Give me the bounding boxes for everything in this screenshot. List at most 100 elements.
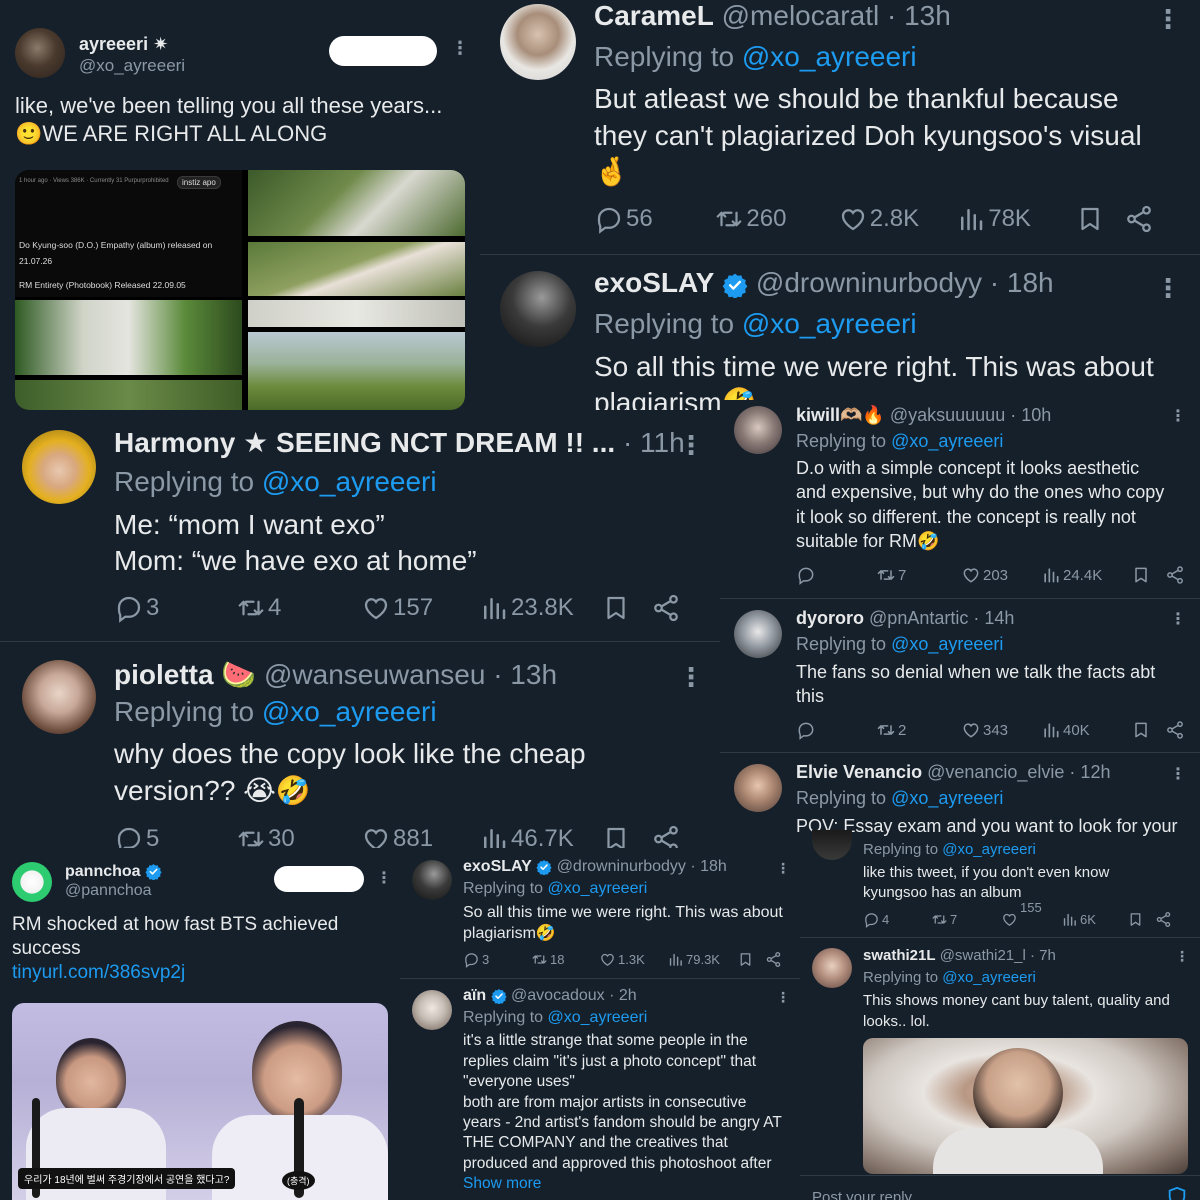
user-handle[interactable]: @xo_ayreeeri <box>79 56 185 76</box>
bookmark-button[interactable] <box>737 951 765 968</box>
share-button[interactable] <box>765 951 782 968</box>
avatar[interactable] <box>22 430 96 504</box>
handle-and-time[interactable]: @wanseuwanseu · 13h <box>264 659 557 690</box>
avatar[interactable] <box>734 610 782 658</box>
display-name[interactable]: pannchoa <box>65 863 141 880</box>
bookmark-button[interactable] <box>1131 720 1165 740</box>
handle-and-time[interactable]: @yaksuuuuuu · 10h <box>890 405 1051 425</box>
handle-and-time[interactable]: @venancio_elvie · 12h <box>927 762 1110 782</box>
shield-icon[interactable] <box>1166 1186 1188 1200</box>
reply-to-link[interactable]: @xo_ayreeeri <box>942 969 1036 986</box>
reply-button[interactable]: 56 <box>594 204 714 234</box>
media-grid[interactable]: 1 hour ago · Views 386K · Currently 31 P… <box>15 170 465 410</box>
share-button[interactable] <box>1124 204 1154 234</box>
handle-and-time[interactable]: @drowninurbodyy · 18h <box>756 267 1054 298</box>
more-options-icon[interactable]: ⋮ <box>1155 4 1181 35</box>
reply-to-link[interactable]: @xo_ayreeeri <box>548 1009 648 1026</box>
follow-button[interactable] <box>274 866 364 892</box>
retweet-button[interactable]: 4 <box>236 593 361 623</box>
share-button[interactable] <box>1165 565 1185 585</box>
avatar[interactable] <box>22 660 96 734</box>
avatar[interactable] <box>500 4 576 80</box>
like-button[interactable]: 2.8K <box>838 204 956 234</box>
handle-and-time[interactable]: @pnAntartic · 14h <box>869 608 1014 628</box>
retweet-button[interactable]: 7 <box>876 565 961 585</box>
like-button[interactable]: 157 <box>361 593 479 623</box>
post-time[interactable]: · 11h <box>623 427 685 458</box>
more-options-icon[interactable]: ⋮ <box>678 662 704 693</box>
handle-and-time[interactable]: @melocaratl · 13h <box>722 0 951 31</box>
show-more-link[interactable]: Show more <box>463 1175 541 1194</box>
more-options-icon[interactable]: ⋮ <box>776 860 790 877</box>
tweet-link[interactable]: tinyurl.com/386svp2j <box>12 961 185 984</box>
views-button[interactable]: 23.8K <box>479 593 601 623</box>
bookmark-button[interactable] <box>601 593 651 623</box>
reply-media-image[interactable] <box>863 1038 1188 1174</box>
handle-and-time[interactable]: @swathi21_l · 7h <box>940 947 1056 964</box>
more-options-icon[interactable]: ⋮ <box>376 868 392 888</box>
more-options-icon[interactable]: ⋮ <box>1170 406 1186 426</box>
avatar[interactable] <box>12 862 52 902</box>
reply-to-link[interactable]: @xo_ayreeeri <box>742 308 917 339</box>
bookmark-button[interactable] <box>1075 204 1124 234</box>
reply-to-link[interactable]: @xo_ayreeeri <box>891 431 1003 451</box>
reply-to-link[interactable]: @xo_ayreeeri <box>262 466 437 497</box>
reply-button[interactable]: 3 <box>463 951 531 968</box>
display-name[interactable]: pioletta 🍉 <box>114 659 256 690</box>
views-button[interactable]: 40K <box>1041 720 1131 740</box>
reply-to-link[interactable]: @xo_ayreeeri <box>891 634 1003 654</box>
display-name[interactable]: Harmony ★ SEEING NCT DREAM !! ... <box>114 427 615 458</box>
display-name[interactable]: dyororo <box>796 608 864 628</box>
reply-to-link[interactable]: @xo_ayreeeri <box>942 841 1036 858</box>
avatar[interactable] <box>412 860 452 900</box>
like-button[interactable]: 343 <box>961 720 1041 740</box>
reply-to-link[interactable]: @xo_ayreeeri <box>891 788 1003 808</box>
display-name[interactable]: CarameL <box>594 0 714 31</box>
bookmark-button[interactable] <box>1127 911 1155 928</box>
retweet-button[interactable]: 30 <box>236 824 361 848</box>
views-button[interactable]: 24.4K <box>1041 565 1131 585</box>
display-name[interactable]: kiwill🫶🏼🔥 <box>796 405 885 425</box>
more-options-icon[interactable]: ⋮ <box>678 430 704 461</box>
display-name[interactable]: exoSLAY <box>594 267 714 298</box>
reply-button[interactable]: 3 <box>114 593 236 623</box>
reply-button[interactable]: 4 <box>863 911 931 928</box>
bookmark-button[interactable] <box>601 824 651 848</box>
avatar[interactable] <box>15 28 65 78</box>
user-handle[interactable]: @pannchoa <box>65 882 152 900</box>
avatar[interactable] <box>812 830 852 860</box>
more-options-icon[interactable]: ⋮ <box>1170 764 1186 784</box>
more-options-icon[interactable]: ⋮ <box>1155 273 1181 304</box>
display-name[interactable]: Elvie Venancio <box>796 762 922 782</box>
reply-to-link[interactable]: @xo_ayreeeri <box>262 696 437 727</box>
like-button[interactable]: 155 <box>1001 900 1061 928</box>
retweet-button[interactable]: 260 <box>714 204 837 234</box>
avatar[interactable] <box>500 271 576 347</box>
avatar[interactable] <box>734 764 782 812</box>
display-name[interactable]: aïn <box>463 987 486 1004</box>
share-button[interactable] <box>651 824 681 848</box>
retweet-button[interactable]: 7 <box>931 911 1001 928</box>
avatar[interactable] <box>734 406 782 454</box>
views-button[interactable]: 79.3K <box>667 951 737 968</box>
like-button[interactable]: 1.3K <box>599 951 667 968</box>
media-image[interactable]: 우리가 18년에 벌써 주경기장에서 공연을 했다고? (충격) <box>12 1003 388 1200</box>
display-name[interactable]: swathi21L <box>863 947 936 964</box>
more-options-icon[interactable]: ⋮ <box>1175 948 1189 965</box>
views-button[interactable]: 78K <box>956 204 1074 234</box>
reply-to-link[interactable]: @xo_ayreeeri <box>548 880 648 897</box>
more-options-icon[interactable]: ⋮ <box>776 989 790 1006</box>
display-name[interactable]: exoSLAY <box>463 858 532 875</box>
share-button[interactable] <box>651 593 681 623</box>
reply-button[interactable] <box>796 565 876 585</box>
reply-button[interactable]: 5 <box>114 824 236 848</box>
reply-to-link[interactable]: @xo_ayreeeri <box>742 41 917 72</box>
bookmark-button[interactable] <box>1131 565 1165 585</box>
views-button[interactable]: 46.7K <box>479 824 601 848</box>
reply-button[interactable] <box>796 720 876 740</box>
views-button[interactable]: 6K <box>1061 911 1127 928</box>
avatar[interactable] <box>812 948 852 988</box>
more-options-icon[interactable]: ⋮ <box>1170 609 1186 629</box>
more-options-icon[interactable]: ⋮ <box>451 38 469 59</box>
display-name[interactable]: ayreeeri ✷ <box>79 34 168 55</box>
